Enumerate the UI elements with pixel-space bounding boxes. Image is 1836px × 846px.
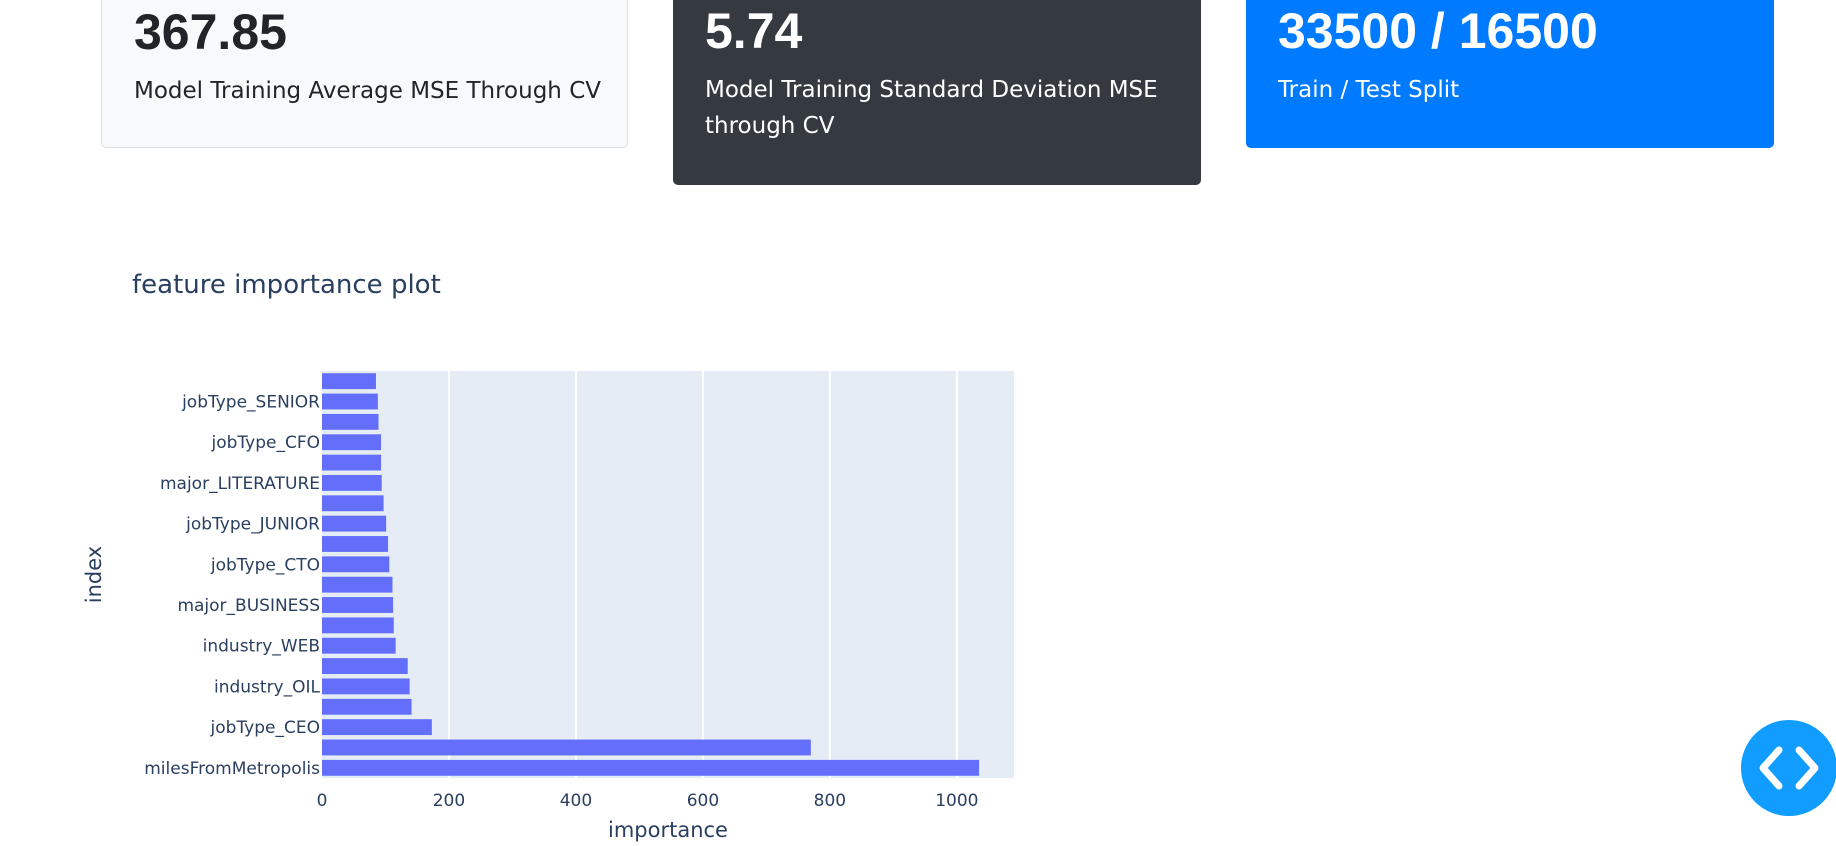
bar[interactable] (322, 536, 389, 552)
x-axis-title: importance (608, 818, 728, 842)
bar[interactable] (322, 678, 410, 695)
bar[interactable] (322, 373, 376, 390)
x-tick-labels: 0 200 400 600 800 1000 (317, 791, 979, 811)
plot-background (322, 371, 1014, 778)
bar[interactable] (322, 576, 393, 593)
bar[interactable] (322, 597, 394, 613)
y-tick-labels: milesFromMetropolis jobType_CEO industry_O… (144, 393, 320, 779)
y-tick-label: jobType_CEO (210, 718, 320, 738)
y-tick-label: jobType_CTO (210, 555, 320, 575)
bar[interactable] (322, 617, 394, 634)
y-tick-label: major_LITERATURE (160, 474, 320, 494)
x-tick-label: 1000 (935, 791, 978, 811)
y-tick-label: jobType_JUNIOR (185, 515, 320, 535)
bar[interactable] (322, 759, 980, 776)
bar[interactable] (322, 495, 384, 512)
bar[interactable] (322, 556, 390, 573)
bar[interactable] (322, 719, 432, 736)
x-tick-label: 0 (317, 791, 328, 811)
x-tick-label: 400 (560, 791, 592, 811)
bar[interactable] (322, 739, 811, 756)
y-tick-label: major_BUSINESS (177, 596, 320, 616)
y-tick-label: industry_OIL (214, 677, 321, 697)
x-tick-label: 600 (687, 791, 719, 811)
bar[interactable] (322, 658, 408, 675)
bar[interactable] (322, 454, 382, 471)
y-tick-label: jobType_SENIOR (181, 393, 320, 413)
bar[interactable] (322, 637, 396, 654)
y-axis-title: index (82, 546, 106, 603)
feature-importance-chart: milesFromMetropolis jobType_CEO industry_O… (82, 371, 1014, 842)
bar[interactable] (322, 515, 387, 532)
y-tick-label: milesFromMetropolis (144, 759, 320, 779)
bar[interactable] (322, 413, 379, 430)
code-toggle-button[interactable] (1741, 720, 1836, 816)
x-tick-label: 800 (814, 791, 846, 811)
bar[interactable] (322, 474, 382, 491)
y-tick-label: jobType_CFO (211, 433, 321, 453)
y-tick-label: industry_WEB (203, 637, 320, 657)
x-tick-label: 200 (433, 791, 465, 811)
bar[interactable] (322, 698, 412, 715)
code-icon (1759, 746, 1819, 790)
bar[interactable] (322, 434, 382, 451)
bar[interactable] (322, 393, 378, 410)
